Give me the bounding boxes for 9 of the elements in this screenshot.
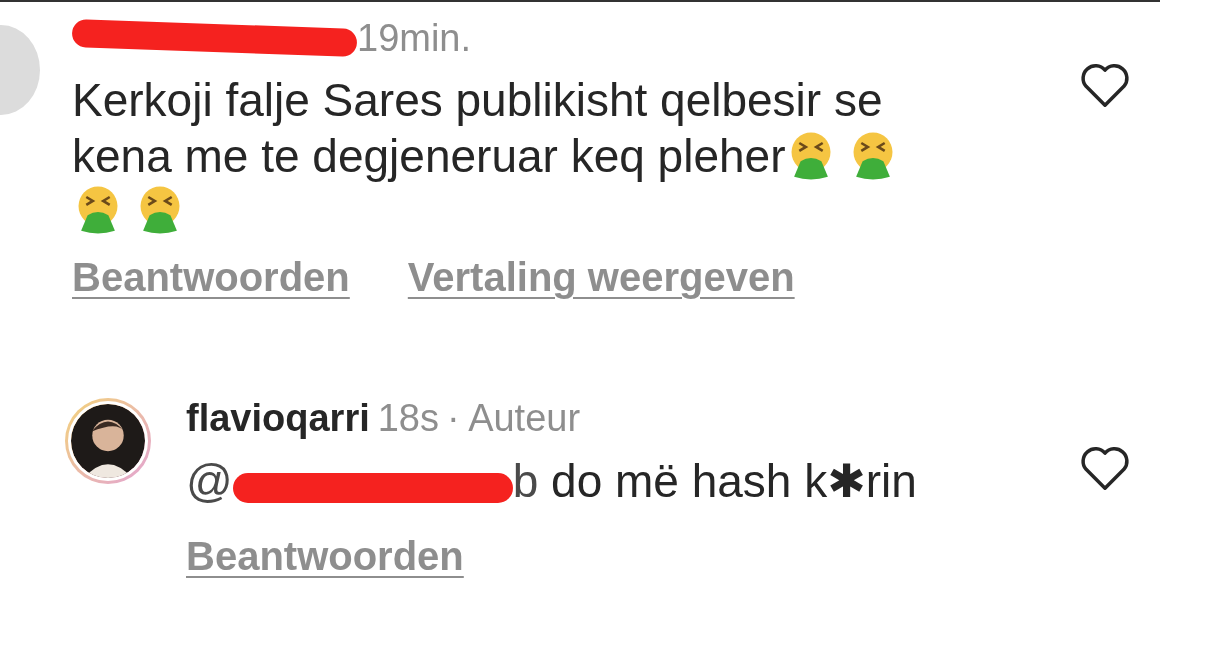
comment-text: kena me te degjeneruar keq pleher: [72, 129, 786, 184]
comment-text: do më hash k✱rin: [550, 454, 917, 509]
timestamp: 19min.: [357, 16, 472, 60]
timestamp: 18s: [377, 396, 439, 440]
mention-link[interactable]: b: [512, 453, 539, 509]
author-label: · Auteur: [447, 396, 581, 440]
mention-link[interactable]: @: [186, 453, 233, 509]
comment-text: Kerkoji falje Sares publikisht qelbesir se: [72, 73, 883, 128]
username[interactable]: flavioqarri: [186, 396, 370, 440]
